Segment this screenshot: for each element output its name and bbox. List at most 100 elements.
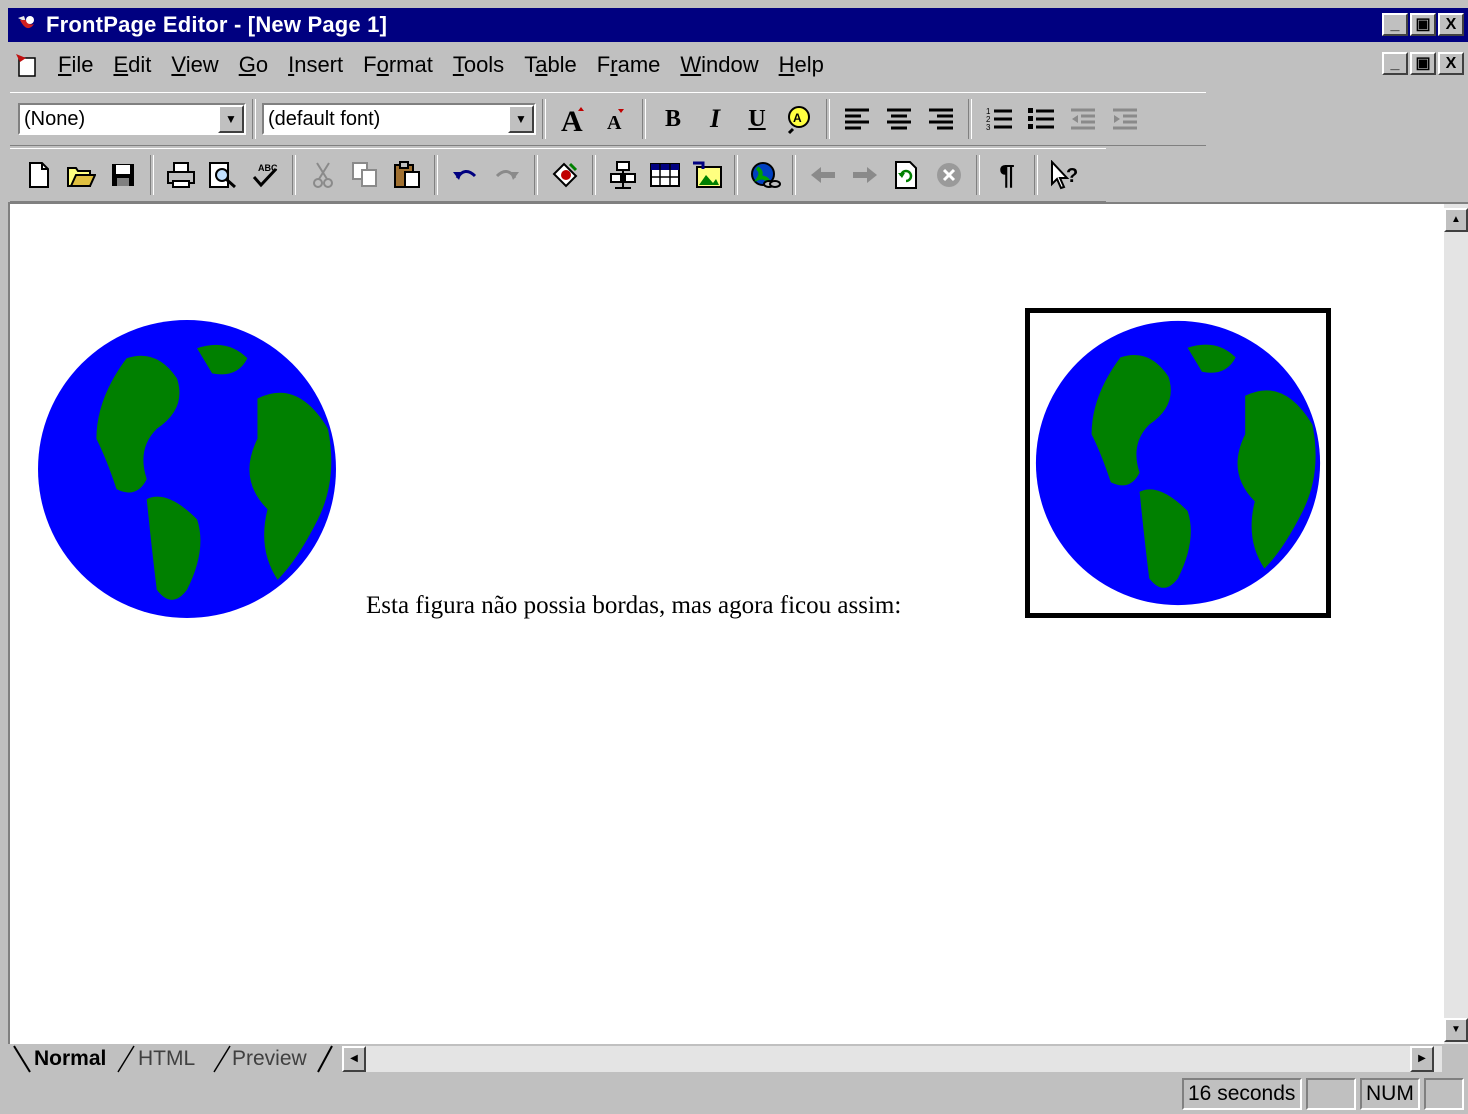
align-left-icon[interactable] [836,99,878,139]
view-tab-bar: Normal HTML Preview ◀ ▶ [8,1044,1468,1074]
frontpage-app-icon[interactable] [16,14,38,36]
menu-file[interactable]: File [48,52,103,78]
toolbar-separator [252,99,256,139]
hyperlink-icon[interactable] [744,155,786,195]
toolbar-separator [1034,155,1038,195]
menu-go[interactable]: Go [229,52,278,78]
bulleted-list-icon[interactable] [1020,99,1062,139]
status-bar: 16 seconds NUM [8,1074,1468,1114]
save-icon[interactable] [102,155,144,195]
globe-image[interactable] [36,318,338,620]
context-help-icon[interactable]: ? [1044,155,1086,195]
undo-icon[interactable] [444,155,486,195]
paragraph-text[interactable]: Esta figura não possia bordas, mas agora… [366,592,901,620]
cut-icon[interactable] [302,155,344,195]
toolbar-separator [534,155,538,195]
toolbar-separator [792,155,796,195]
increase-indent-icon[interactable] [1104,99,1146,139]
underline-button[interactable]: U [736,99,778,139]
style-dropdown-arrow-icon[interactable]: ▼ [218,105,244,133]
print-preview-icon[interactable] [202,155,244,195]
font-dropdown-arrow-icon[interactable]: ▼ [508,105,534,133]
menu-table[interactable]: Table [514,52,587,78]
scroll-left-arrow-icon[interactable]: ◀ [342,1046,366,1072]
minimize-button[interactable]: _ [1382,13,1408,36]
toolbar-separator [150,155,154,195]
doc-minimize-button[interactable]: _ [1382,52,1408,75]
close-button[interactable]: X [1438,13,1464,36]
menu-edit[interactable]: Edit [103,52,161,78]
status-num-lock: NUM [1360,1078,1420,1110]
font-combo[interactable]: (default font) ▼ [262,103,536,135]
italic-button[interactable]: I [694,99,736,139]
toolbar-separator [542,99,546,139]
frontpage-editor-window: FrontPage Editor - [New Page 1] _ ▣ X Fi… [8,8,1468,1114]
globe-image-bordered [1035,320,1321,606]
horizontal-scrollbar[interactable]: ◀ ▶ [342,1046,1442,1072]
menu-view[interactable]: View [161,52,228,78]
menu-frame[interactable]: Frame [587,52,671,78]
toolbar-separator [734,155,738,195]
bordered-image-frame[interactable] [1025,308,1331,618]
scroll-up-arrow-icon[interactable]: ▲ [1444,208,1468,232]
menu-window[interactable]: Window [670,52,768,78]
toolbar-separator [968,99,972,139]
decrease-indent-icon[interactable] [1062,99,1104,139]
numbered-list-icon[interactable]: 123 [978,99,1020,139]
open-folder-icon[interactable] [60,155,102,195]
menu-tools[interactable]: Tools [443,52,514,78]
document-icon[interactable] [14,52,40,78]
title-bar[interactable]: FrontPage Editor - [New Page 1] _ ▣ X [8,8,1468,42]
format-toolbar: (None) ▼ (default font) ▼ A A B I U A 1 … [10,92,1206,146]
back-arrow-icon[interactable] [802,155,844,195]
menu-help[interactable]: Help [769,52,834,78]
svg-text:?: ? [1066,165,1078,187]
align-center-icon[interactable] [878,99,920,139]
toolbar-separator [434,155,438,195]
webbot-component-icon[interactable] [544,155,586,195]
bold-button[interactable]: B [652,99,694,139]
restore-button[interactable]: ▣ [1410,13,1436,36]
align-right-icon[interactable] [920,99,962,139]
menu-format[interactable]: Format [353,52,443,78]
forward-arrow-icon[interactable] [844,155,886,195]
insert-form-field-icon[interactable] [602,155,644,195]
vertical-scrollbar[interactable]: ▲ ▼ [1444,204,1468,1046]
toolbar-separator [826,99,830,139]
scroll-down-arrow-icon[interactable]: ▼ [1444,1018,1468,1042]
text-color-icon[interactable]: A [778,99,820,139]
spelling-icon[interactable]: ABC [244,155,286,195]
tab-preview[interactable]: Preview [232,1046,307,1072]
document-canvas[interactable]: Esta figura não possia bordas, mas agora… [8,202,1468,1046]
menu-bar: File Edit View Go Insert Format Tools Ta… [8,46,1468,84]
doc-close-button[interactable]: X [1438,52,1464,75]
show-paragraph-marks-icon[interactable]: ¶ [986,155,1028,195]
svg-text:3: 3 [986,123,991,132]
toolbar-separator [292,155,296,195]
decrease-font-size-icon[interactable]: A [594,99,636,139]
font-value: (default font) [268,107,381,130]
svg-text:A: A [607,112,622,133]
toolbar-separator [976,155,980,195]
increase-font-size-icon[interactable]: A [552,99,594,139]
insert-table-icon[interactable] [644,155,686,195]
stop-icon[interactable] [928,155,970,195]
style-combo[interactable]: (None) ▼ [18,103,246,135]
toolbar-separator [592,155,596,195]
status-download-time: 16 seconds [1182,1078,1302,1110]
tab-html[interactable]: HTML [138,1046,195,1072]
print-icon[interactable] [160,155,202,195]
redo-icon[interactable] [486,155,528,195]
toolbar-separator [642,99,646,139]
insert-image-icon[interactable] [686,155,728,195]
copy-icon[interactable] [344,155,386,195]
standard-toolbar: ABC ¶ ? [10,148,1106,202]
style-value: (None) [24,107,86,130]
tab-normal[interactable]: Normal [34,1046,106,1072]
refresh-icon[interactable] [886,155,928,195]
new-page-icon[interactable] [18,155,60,195]
scroll-right-arrow-icon[interactable]: ▶ [1410,1046,1434,1072]
doc-restore-button[interactable]: ▣ [1410,52,1436,75]
paste-icon[interactable] [386,155,428,195]
menu-insert[interactable]: Insert [278,52,353,78]
